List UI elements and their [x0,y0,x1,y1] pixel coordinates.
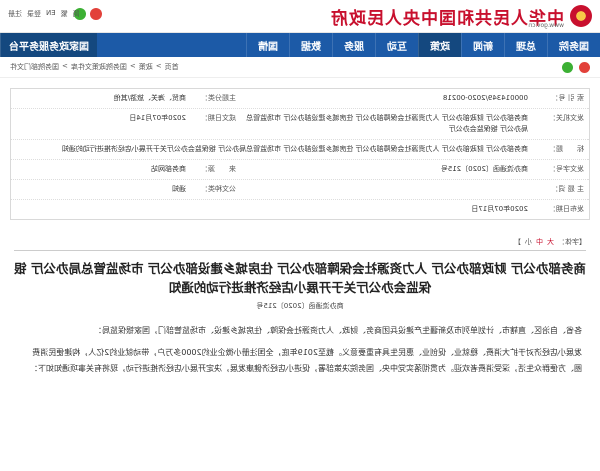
type-label: 公文种类： [201,185,236,193]
article-docno: 商办流通函〔2020〕215号 [256,302,344,310]
index-value: 000014349/2020-00218 [442,94,528,102]
article-body: 各省、自治区、直辖市、计划单列市及新疆生产建设兵团商务、财政、人力资源社会保障、… [18,323,582,377]
breadcrumb-separator: > [129,62,136,70]
article-paragraph: 各省、自治区、直辖市、计划单列市及新疆生产建设兵团商务、财政、人力资源社会保障、… [94,326,582,335]
nav-item-news[interactable]: 新闻 [461,33,504,57]
docno-value: 商办流通函〔2020〕215号 [440,165,528,173]
breadcrumb-home[interactable]: 首页 [165,62,179,72]
breadcrumb: 首页 > 政策 > 国务院政策文件库 > 国务院部门文件 [10,62,179,72]
source-value: 商务部网站 [151,165,186,173]
nav-item-national-info[interactable]: 国情 [246,33,289,57]
title-label: 标 题： [549,145,584,153]
nav-item-service[interactable]: 服务 [332,33,375,57]
national-emblem-icon [570,5,592,27]
title-value: 商务部办公厅 财政部办公厅 人力资源社会保障部办公厅 住房城乡建设部办公厅 市场… [61,145,528,153]
keywords-value [241,180,533,199]
link-traditional[interactable]: 繁 [61,9,68,19]
docno-label: 发文字号： [549,165,584,173]
source-label: 来 源： [201,165,236,173]
meta-row: 索 引 号： 000014349/2020-00218 主题分类： 商贸、海关、… [11,89,589,108]
main-nav: 国务院 总理 新闻 政策 互动 服务 数据 国情 国家政务服务平台 [0,33,600,57]
weibo-icon[interactable] [90,8,102,20]
top-header: 中华人民共和国中央人民政府 www.gov.cn 简 繁 EN 登录 注册 [0,0,600,33]
nav-item-premier[interactable]: 总理 [504,33,547,57]
meta-row: 主 题 词： 公文种类： 通知 [11,179,589,199]
meta-row: 标 题： 商务部办公厅 财政部办公厅 人力资源社会保障部办公厅 住房城乡建设部办… [11,139,589,159]
font-size-switcher: 【字体： 大 中 小 】 [14,234,586,251]
index-label: 索 引 号： [551,94,584,102]
nav-item-data[interactable]: 数据 [289,33,332,57]
breadcrumb-policy[interactable]: 政策 [139,62,153,72]
nav-item-service-platform[interactable]: 国家政务服务平台 [0,33,97,57]
font-size-large[interactable]: 大 [547,237,554,247]
share-wechat-icon[interactable] [562,61,573,73]
pubdate-value: 2020年07月17日 [471,205,528,213]
nav-item-interaction[interactable]: 互动 [375,33,418,57]
font-size-label: 【字体： [558,238,586,246]
site-url: www.gov.cn [528,22,564,29]
share-weibo-icon[interactable] [579,61,590,73]
nav-item-state-council[interactable]: 国务院 [547,33,600,57]
link-simplified[interactable]: 简 [73,9,80,19]
document-metadata-table: 索 引 号： 000014349/2020-00218 主题分类： 商贸、海关、… [10,88,590,220]
font-size-close: 】 [514,238,521,246]
issuer-label: 发文机关： [549,114,584,122]
date-label: 成文日期： [201,114,236,122]
link-login[interactable]: 登录 [27,9,41,19]
article-paragraph: 发展小店经济对于扩大消费、稳就业、促创业、惠民生具有重要意义。截至2019年底，… [30,348,582,373]
link-english[interactable]: EN [46,9,56,19]
date-value: 2020年07月14日 [129,114,186,122]
topic-value: 商贸、海关、旅游/其他 [113,94,186,102]
issuer-value: 商务部办公厅 财政部办公厅 人力资源社会保障部办公厅 住房城乡建设部办公厅 市场… [246,114,528,133]
breadcrumb-separator: > [62,62,68,70]
link-register[interactable]: 注册 [8,9,22,19]
nav-item-policy[interactable]: 政策 [418,33,461,57]
page: 中华人民共和国中央人民政府 www.gov.cn 简 繁 EN 登录 注册 国务… [0,0,600,471]
pubdate-label: 发布日期： [549,205,584,213]
breadcrumb-policy-library[interactable]: 国务院政策文件库 [71,62,127,72]
font-size-small[interactable]: 小 [525,237,532,247]
meta-row: 发布日期： 2020年07月17日 [11,199,589,219]
type-value: 通知 [172,185,186,193]
breadcrumb-department-files[interactable]: 国务院部门文件 [10,62,59,72]
breadcrumb-separator: > [155,62,162,70]
topic-label: 主题分类： [201,94,236,102]
article-title: 商务部办公厅 财政部办公厅 人力资源社会保障部办公厅 住房城乡建设部办公厅 市场… [14,261,586,295]
font-size-medium[interactable]: 中 [536,237,543,247]
keywords-label: 主 题 词： [551,185,584,193]
meta-row: 发文机关： 商务部办公厅 财政部办公厅 人力资源社会保障部办公厅 住房城乡建设部… [11,108,589,139]
meta-row: 发文字号： 商办流通函〔2020〕215号 来 源： 商务部网站 [11,159,589,179]
top-links: 简 繁 EN 登录 注册 [8,9,80,19]
sub-bar: 首页 > 政策 > 国务院政策文件库 > 国务院部门文件 [0,57,600,78]
